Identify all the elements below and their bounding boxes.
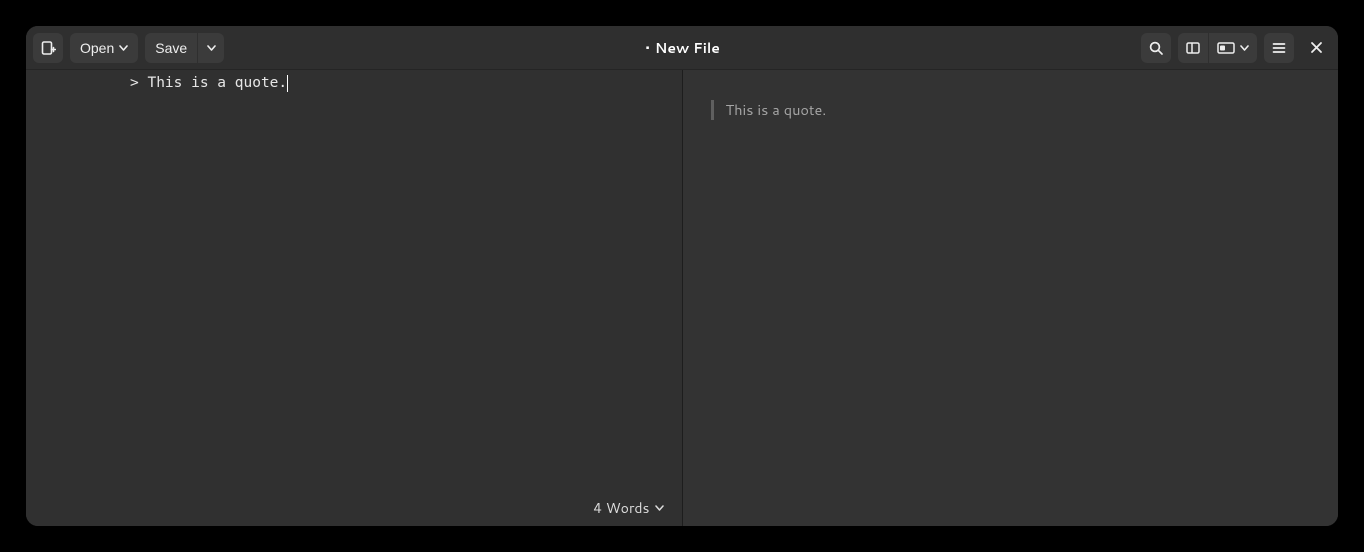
editor-pane[interactable]: > This is a quote. 4 Words	[26, 70, 683, 526]
word-count-label: 4 Words	[593, 498, 649, 518]
content-area: > This is a quote. 4 Words This is a quo…	[26, 70, 1338, 526]
word-count-button[interactable]: 4 Words	[593, 498, 663, 518]
editor-text-area[interactable]: > This is a quote.	[26, 37, 288, 91]
hamburger-icon	[1271, 40, 1287, 56]
preview-quote-text: This is a quote.	[726, 99, 827, 120]
title-text: New File	[655, 38, 720, 58]
preview-blockquote: This is a quote.	[711, 100, 1311, 120]
preview-pane: This is a quote.	[683, 70, 1339, 526]
view-button-group	[1178, 33, 1257, 63]
headerbar-right	[1141, 33, 1331, 63]
sidebar-toggle-button[interactable]	[1178, 33, 1208, 63]
modified-indicator: •	[645, 40, 650, 55]
chevron-down-icon	[655, 505, 664, 511]
app-window: Open Save • New File	[26, 26, 1338, 526]
sidebar-icon	[1185, 40, 1201, 56]
window-title: • New File	[231, 38, 1134, 58]
chevron-down-icon	[1240, 45, 1249, 51]
split-view-icon	[1217, 42, 1235, 54]
hamburger-menu-button[interactable]	[1264, 33, 1294, 63]
close-icon	[1310, 41, 1323, 54]
editor-content: > This is a quote.	[130, 75, 287, 91]
text-cursor	[287, 75, 288, 92]
close-button[interactable]	[1301, 33, 1331, 63]
search-icon	[1148, 40, 1164, 56]
search-button[interactable]	[1141, 33, 1171, 63]
view-mode-button[interactable]	[1209, 33, 1257, 63]
